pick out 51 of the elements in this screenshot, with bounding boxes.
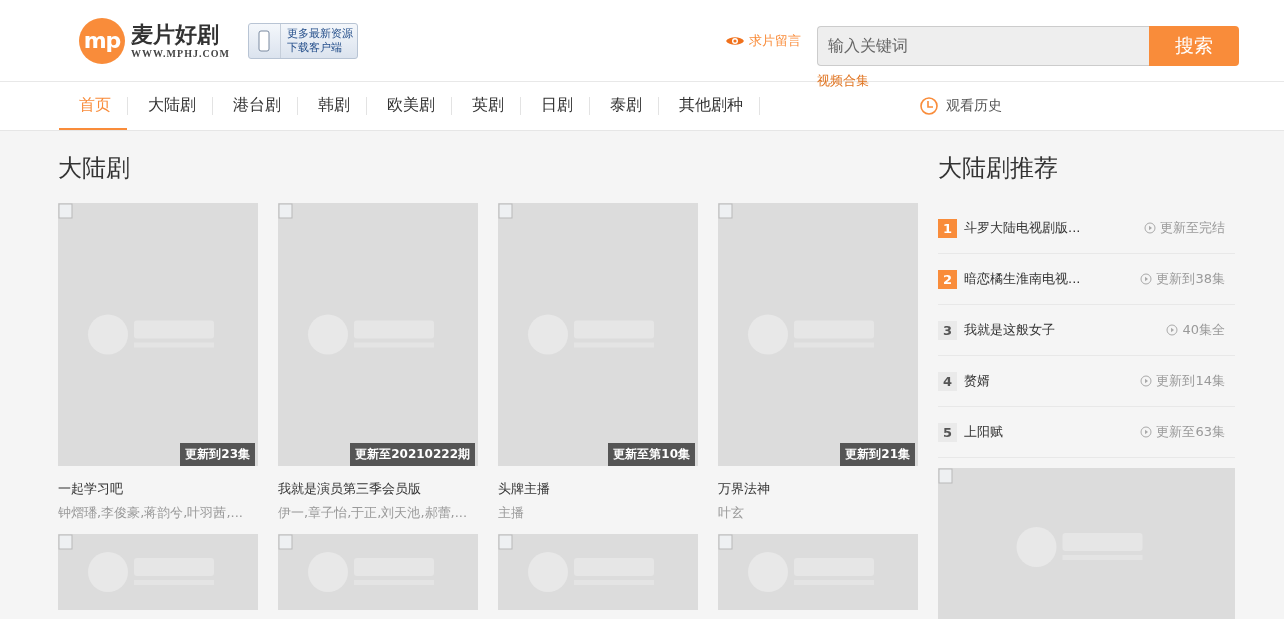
play-icon — [1140, 273, 1153, 285]
status-label: 更新到14集 — [1156, 372, 1225, 390]
status-label: 更新至63集 — [1156, 423, 1225, 441]
episode-badge: 更新至20210222期 — [350, 443, 475, 466]
status-label: 40集全 — [1182, 321, 1225, 339]
rank-badge: 2 — [938, 269, 957, 289]
status-label: 更新到38集 — [1156, 270, 1225, 288]
eye-icon — [725, 34, 745, 47]
show-title[interactable]: 一起学习吧 — [58, 480, 258, 498]
section-title: 大陆剧 — [58, 153, 131, 184]
show-title[interactable]: 赘婿 — [964, 372, 1141, 390]
rank-badge: 3 — [938, 320, 957, 340]
show-title[interactable]: 我就是这般女子 — [964, 321, 1167, 339]
badge-text: 下载客户端 — [286, 40, 343, 55]
episode-badge: 更新至第10集 — [608, 443, 695, 466]
badge-text: 更多最新资源 — [286, 26, 353, 41]
show-title[interactable]: 暗恋橘生淮南电视... — [964, 270, 1141, 288]
play-icon — [1140, 375, 1153, 387]
show-title[interactable]: 我就是演员第三季会员版 — [278, 480, 478, 498]
show-title[interactable]: 上阳赋 — [964, 423, 1141, 441]
history-link[interactable]: 观看历史 — [920, 82, 1002, 130]
status-label: 更新至完结 — [1160, 219, 1225, 237]
show-title[interactable]: 头牌主播 — [498, 480, 698, 498]
nav-tab[interactable]: 其他剧种 — [659, 82, 759, 130]
episode-badge: 更新到23集 — [180, 443, 255, 466]
show-title[interactable]: 斗罗大陆电视剧版... — [964, 219, 1144, 237]
cast-text: 主播 — [498, 504, 525, 522]
nav-tab[interactable]: 港台剧 — [213, 82, 297, 130]
search-field[interactable]: 输入关键词 — [817, 25, 1149, 66]
nav-tab[interactable]: 大陆剧 — [128, 82, 212, 130]
nav-tab[interactable]: 英剧 — [452, 82, 520, 130]
cast-text: 钟熠璠,李俊豪,蒋韵兮,叶羽茜,... — [58, 504, 244, 522]
show-title[interactable]: 万界法神 — [718, 480, 918, 498]
episode-badge: 更新到21集 — [840, 443, 915, 466]
play-icon — [1166, 324, 1179, 336]
cast-text: 叶玄 — [718, 504, 745, 522]
nav-tab[interactable]: 泰剧 — [590, 82, 658, 130]
rank-badge: 5 — [938, 422, 957, 442]
play-icon — [1144, 222, 1156, 234]
logo-name: 麦片好剧 — [131, 22, 220, 48]
clock-icon — [920, 97, 938, 115]
nav-tab[interactable]: 日剧 — [521, 82, 589, 130]
app-download-badge[interactable]: 更多最新资源 下载客户端 — [247, 22, 358, 59]
section-title: 大陆剧推荐 — [938, 153, 1059, 184]
logo-url: WWW.MPHJ.COM — [131, 48, 230, 59]
nav-tab[interactable]: 韩剧 — [298, 82, 366, 130]
rank-badge: 4 — [938, 371, 957, 391]
play-icon — [1140, 426, 1153, 438]
rank-badge: 1 — [938, 218, 957, 238]
nav-tab[interactable]: 欧美剧 — [367, 82, 451, 130]
phone-icon — [258, 29, 271, 52]
